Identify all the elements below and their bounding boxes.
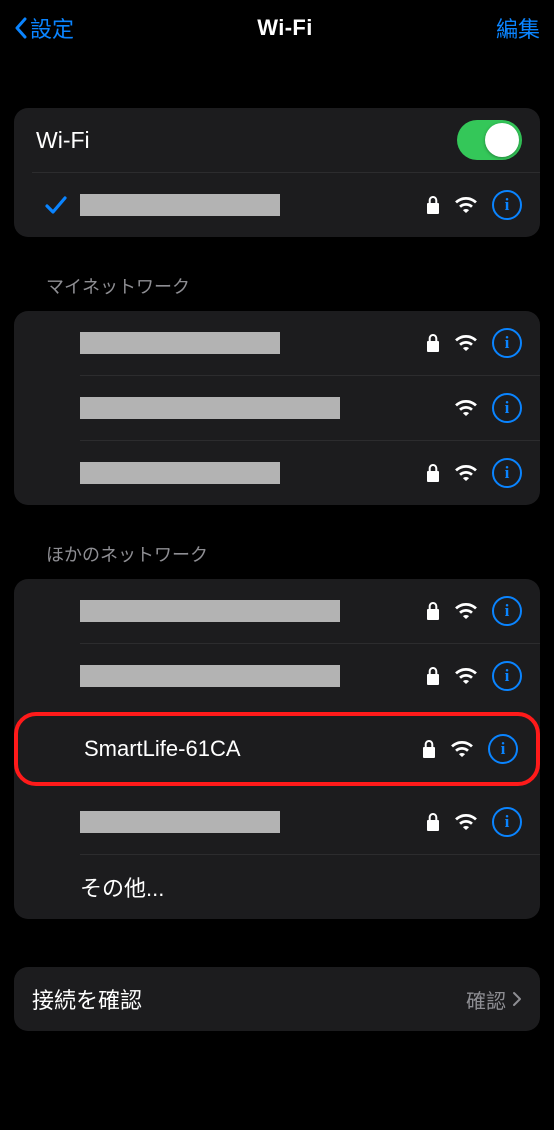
lock-icon bbox=[426, 812, 440, 832]
network-name bbox=[80, 462, 280, 484]
info-button[interactable]: i bbox=[492, 393, 522, 423]
network-name bbox=[80, 332, 280, 354]
other-label: その他... bbox=[80, 871, 164, 903]
back-label: 設定 bbox=[30, 12, 74, 44]
connected-network-row[interactable]: i bbox=[14, 173, 540, 237]
network-name bbox=[80, 811, 280, 833]
network-row[interactable]: i bbox=[14, 790, 540, 854]
lock-icon bbox=[422, 739, 436, 759]
other-networks-card: i i SmartLife-61CA i bbox=[14, 579, 540, 919]
info-button[interactable]: i bbox=[488, 734, 518, 764]
info-button[interactable]: i bbox=[492, 661, 522, 691]
other-network-row[interactable]: その他... bbox=[14, 855, 540, 919]
chevron-left-icon bbox=[14, 17, 28, 39]
info-button[interactable]: i bbox=[492, 807, 522, 837]
network-name bbox=[80, 600, 340, 622]
section-title-other-networks: ほかのネットワーク bbox=[14, 505, 540, 579]
wifi-toggle-row: Wi-Fi bbox=[14, 108, 540, 172]
info-button[interactable]: i bbox=[492, 328, 522, 358]
network-row[interactable]: i bbox=[14, 376, 540, 440]
network-row-highlighted[interactable]: SmartLife-61CA i bbox=[14, 712, 540, 786]
info-button[interactable]: i bbox=[492, 596, 522, 626]
wifi-icon bbox=[454, 666, 478, 686]
wifi-icon bbox=[454, 463, 478, 483]
network-name bbox=[80, 397, 340, 419]
network-name bbox=[80, 665, 340, 687]
wifi-label: Wi-Fi bbox=[32, 127, 90, 154]
wifi-toggle[interactable] bbox=[457, 120, 522, 160]
nav-bar: 設定 Wi-Fi 編集 bbox=[0, 0, 554, 56]
back-button[interactable]: 設定 bbox=[14, 12, 74, 44]
wifi-icon bbox=[454, 195, 478, 215]
ask-to-join-row[interactable]: 接続を確認 確認 bbox=[14, 967, 540, 1031]
lock-icon bbox=[426, 195, 440, 215]
my-networks-card: i i i bbox=[14, 311, 540, 505]
connected-network-name bbox=[80, 194, 280, 216]
lock-icon bbox=[426, 601, 440, 621]
ask-value: 確認 bbox=[466, 985, 506, 1014]
check-icon bbox=[43, 192, 69, 218]
section-title-my-networks: マイネットワーク bbox=[14, 237, 540, 311]
network-row[interactable]: i bbox=[14, 644, 540, 708]
wifi-icon bbox=[450, 739, 474, 759]
network-name: SmartLife-61CA bbox=[84, 736, 241, 762]
page-title: Wi-Fi bbox=[257, 15, 313, 41]
wifi-icon bbox=[454, 398, 478, 418]
ask-to-join-card: 接続を確認 確認 bbox=[14, 967, 540, 1031]
wifi-icon bbox=[454, 601, 478, 621]
network-row[interactable]: i bbox=[14, 311, 540, 375]
network-row[interactable]: i bbox=[14, 441, 540, 505]
info-button[interactable]: i bbox=[492, 458, 522, 488]
info-button[interactable]: i bbox=[492, 190, 522, 220]
wifi-icon bbox=[454, 333, 478, 353]
wifi-icon bbox=[454, 812, 478, 832]
edit-button[interactable]: 編集 bbox=[496, 12, 540, 44]
lock-icon bbox=[426, 666, 440, 686]
network-row[interactable]: i bbox=[14, 579, 540, 643]
wifi-card: Wi-Fi i bbox=[14, 108, 540, 237]
lock-icon bbox=[426, 333, 440, 353]
ask-label: 接続を確認 bbox=[32, 983, 142, 1015]
chevron-right-icon bbox=[512, 991, 522, 1007]
lock-icon bbox=[426, 463, 440, 483]
